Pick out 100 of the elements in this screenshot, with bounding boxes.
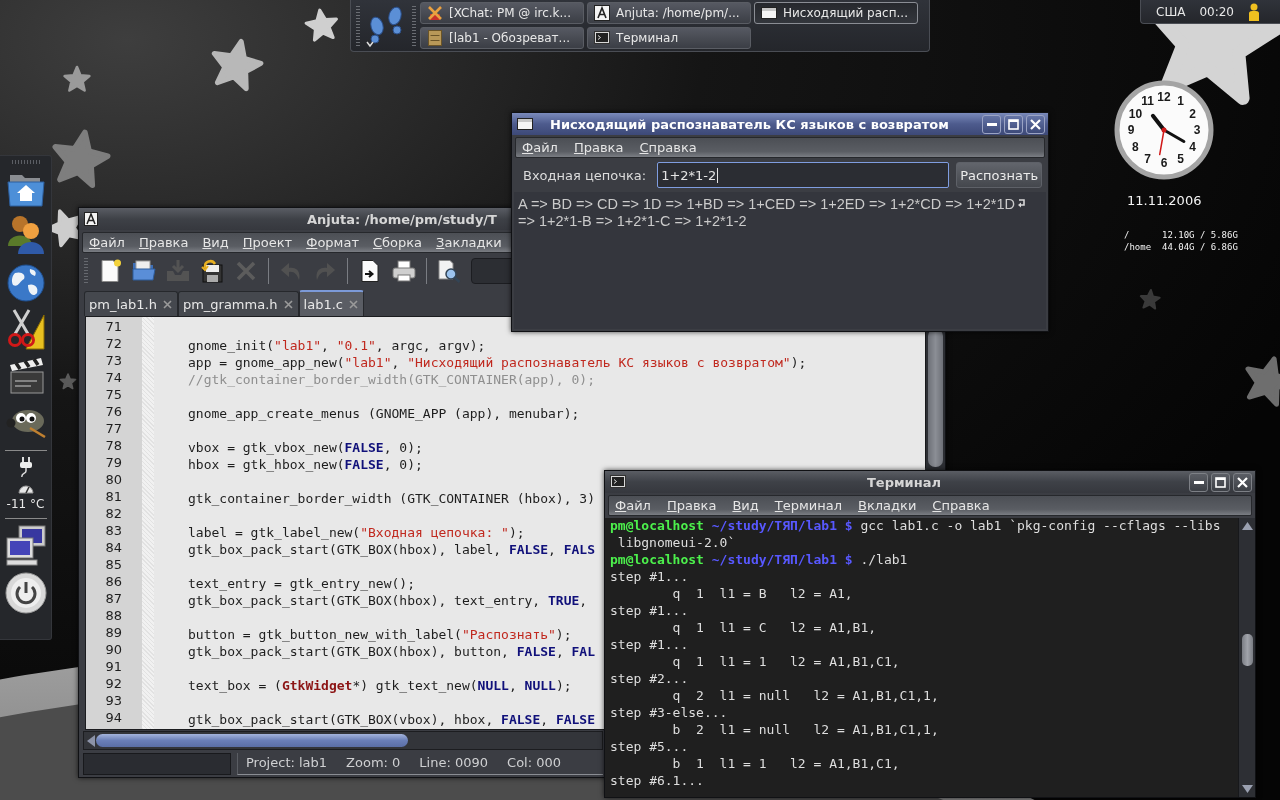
menu-item[interactable]: Справка	[932, 498, 990, 513]
terminal-screen[interactable]	[605, 518, 1238, 797]
maximize-button[interactable]	[1004, 114, 1023, 134]
taskbar-button[interactable]: Нисходящий расп...	[754, 2, 918, 24]
menu-item[interactable]: Закладки	[436, 235, 502, 250]
close-icon	[1237, 476, 1248, 488]
menu-item[interactable]: Файл	[522, 140, 558, 155]
clock-numeral: 8	[1132, 139, 1139, 154]
disk-usage: 12.10G / 5.86G	[1162, 230, 1238, 240]
new-document-icon[interactable]	[98, 259, 122, 283]
star	[59, 373, 77, 390]
scrollbar-thumb[interactable]	[96, 734, 408, 747]
horizontal-scrollbar[interactable]	[83, 731, 603, 750]
terminal-line: q 1 l1 = C l2 = A1,B1,	[672, 620, 877, 637]
menu-item[interactable]: Вкладки	[858, 498, 917, 513]
left-arrow-icon[interactable]	[87, 734, 96, 747]
status-text: Zoom: 0	[346, 754, 401, 770]
scissors-ruler-icon[interactable]	[6, 308, 45, 350]
line-number: 78	[105, 438, 122, 455]
minimize-button[interactable]	[1189, 472, 1208, 492]
up-arrow-icon[interactable]	[1241, 522, 1253, 530]
line-number: 87	[105, 591, 122, 608]
window-title: Anjuta: /home/pm/study/Т	[307, 211, 497, 227]
maximize-button[interactable]	[1211, 472, 1230, 492]
menu-item[interactable]: Правка	[573, 140, 624, 155]
editor-tab[interactable]: pm_gramma.h	[177, 291, 299, 316]
taskbar-button[interactable]: Терминал	[587, 27, 751, 49]
star	[63, 65, 91, 92]
line-number: 74	[105, 370, 122, 387]
star	[1139, 289, 1161, 310]
input-field[interactable]: 1+2*1-2	[657, 162, 950, 188]
terminal-line: q 1 l1 = B l2 = A1,	[672, 586, 853, 603]
scrollbar-thumb[interactable]	[928, 329, 943, 467]
clock-numeral: 11	[1141, 94, 1154, 109]
vertical-scrollbar[interactable]	[1238, 518, 1255, 797]
close-button[interactable]	[1233, 472, 1252, 492]
keyboard-layout[interactable]: США	[1156, 4, 1186, 19]
line-number: 83	[105, 523, 122, 540]
power-plug-icon	[18, 457, 33, 477]
line-number: 91	[105, 659, 122, 676]
clock-numeral: 10	[1128, 106, 1143, 121]
home-folder-icon[interactable]	[6, 173, 45, 207]
taskbar-button[interactable]: [lab1 - Обозреват...	[420, 27, 584, 49]
menu-item[interactable]: Вид	[202, 235, 229, 250]
clock-numeral: 5	[1177, 151, 1184, 166]
code-line: gtk_box_pack_start(GTK_BOX(vbox), hbox, FALSE, FALSE	[188, 712, 595, 727]
output-text: => 1+2*1-B => 1+2*1-C => 1+2*1-2	[518, 212, 747, 229]
minimize-icon	[986, 122, 997, 126]
menu-item[interactable]: Формат	[306, 235, 359, 250]
close-button[interactable]	[1026, 114, 1045, 134]
menu-item[interactable]: Вид	[732, 498, 759, 513]
down-arrow-icon[interactable]	[1241, 785, 1253, 793]
code-line: text_box = (GtkWidget*) gtk_text_new(NULL, NULL);	[188, 678, 572, 693]
line-number: 94	[105, 710, 122, 727]
terminal-line: pm@localhost ~/study/ТЯП/lab1 $ gcc lab1.c -o lab1 `pkg-config --cflags --libs	[610, 518, 1221, 535]
line-number: 85	[105, 557, 122, 574]
editor-tab[interactable]: lab1.c	[298, 290, 364, 316]
menu-item[interactable]: Правка	[138, 235, 189, 250]
magnifier-document-icon[interactable]	[437, 259, 461, 283]
cross-mark-icon	[427, 5, 443, 21]
globe-icon[interactable]	[6, 264, 45, 302]
hour-hand	[1150, 113, 1166, 132]
line-number: 88	[105, 608, 122, 625]
maximize-icon	[1215, 476, 1226, 488]
editor-tab[interactable]: pm_lab1.h	[84, 291, 178, 316]
taskbar-button[interactable]: Anjuta: /home/pm/...	[587, 2, 751, 24]
status-text: Line: 0090	[419, 754, 489, 770]
scrollbar-thumb[interactable]	[1241, 634, 1253, 666]
people-icon[interactable]	[6, 214, 45, 254]
menu-item[interactable]: Справка	[639, 140, 697, 155]
menu-item[interactable]: Сборка	[372, 235, 423, 250]
taskbar-button[interactable]: [XChat: PM @ irc.k...	[420, 2, 584, 24]
menu-item[interactable]: Правка	[666, 498, 717, 513]
terminal-line: q 2 l1 = null l2 = A1,B1,C1,1,	[672, 688, 939, 705]
power-icon[interactable]	[4, 572, 47, 614]
logo-icon	[594, 5, 610, 21]
terminal-line: step #1...	[610, 637, 689, 654]
star	[52, 129, 111, 188]
code-line: gtk_box_pack_start(GTK_BOX(hbox), button, FALSE, FAL	[188, 644, 595, 659]
terminal-line: q 1 l1 = 1 l2 = A1,B1,C1,	[672, 654, 900, 671]
printer-icon[interactable]	[392, 259, 416, 283]
recognize-button[interactable]: Распознать	[956, 162, 1043, 188]
close-icon[interactable]	[283, 299, 293, 309]
menu-item[interactable]: Проект	[242, 235, 293, 250]
disk-mount: /home	[1124, 242, 1152, 252]
clock-numeral: 3	[1193, 123, 1201, 137]
floppy-disk-icon[interactable]	[200, 259, 224, 283]
terminal-icon	[610, 475, 626, 489]
minute-hand	[1162, 128, 1186, 143]
document-arrow-icon[interactable]	[358, 259, 382, 283]
computers-icon[interactable]	[4, 524, 47, 566]
person-icon[interactable]	[1248, 2, 1260, 21]
close-icon[interactable]	[162, 299, 172, 309]
menu-item[interactable]: Файл	[89, 235, 125, 250]
line-number: 92	[105, 676, 122, 693]
terminal-line: b 1 l1 = 1 l2 = A1,B1,C1,	[672, 756, 900, 773]
folder-icon[interactable]	[132, 259, 156, 283]
menu-item[interactable]: Терминал	[774, 498, 842, 513]
minimize-button[interactable]	[982, 114, 1001, 134]
menu-item[interactable]: Файл	[615, 498, 651, 513]
